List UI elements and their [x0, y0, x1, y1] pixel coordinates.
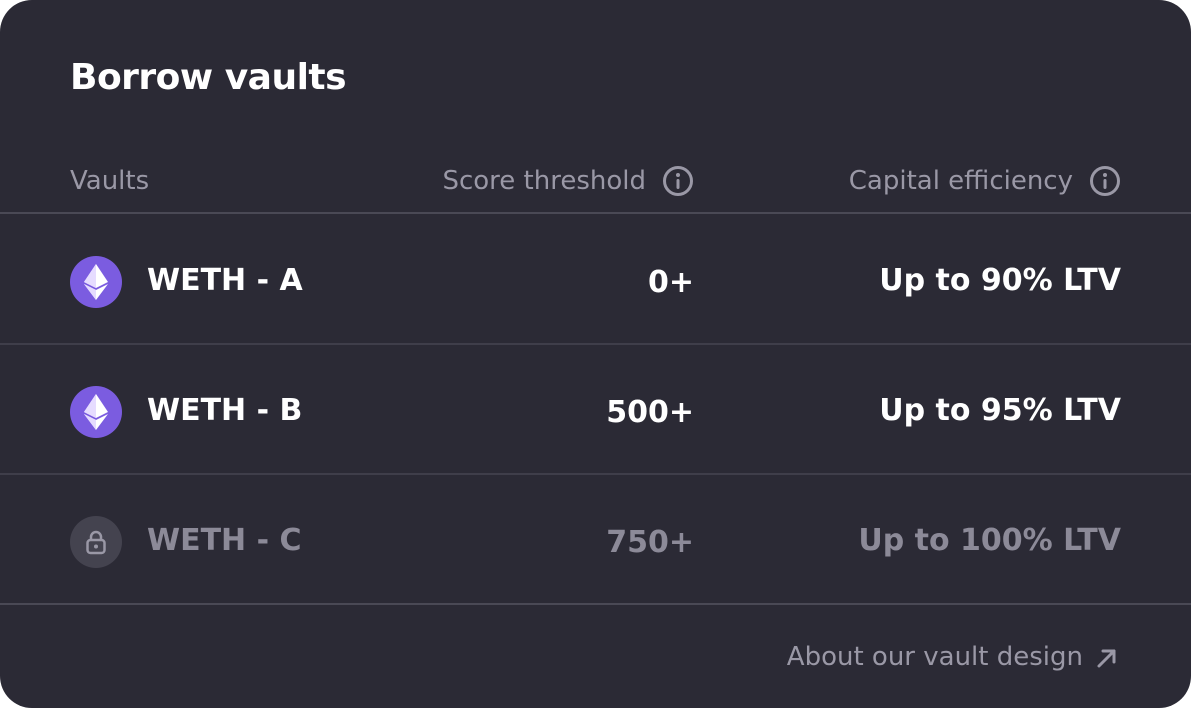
about-vault-design-link[interactable]: About our vault design: [787, 640, 1119, 674]
score-threshold-value: 0+: [647, 265, 694, 300]
vault-row-weth-a[interactable]: WETH - A 0+ Up to 90% LTV: [0, 214, 1191, 345]
ethereum-icon: [70, 256, 122, 308]
column-header-score-label: Score threshold: [442, 166, 646, 196]
column-header-capital-label: Capital efficiency: [848, 166, 1073, 196]
vault-row-weth-b[interactable]: WETH - B 500+ Up to 95% LTV: [0, 344, 1191, 475]
capital-efficiency-value: Up to 95% LTV: [879, 393, 1121, 428]
capital-efficiency-value: Up to 100% LTV: [858, 523, 1121, 558]
card-title: Borrow vaults: [70, 57, 347, 98]
lock-icon: [70, 516, 122, 568]
arrow-up-right-icon: [1095, 645, 1119, 669]
about-vault-design-label: About our vault design: [786, 642, 1083, 672]
score-threshold-value: 750+: [606, 525, 694, 560]
capital-efficiency-info-icon[interactable]: [1089, 165, 1121, 197]
capital-efficiency-value: Up to 90% LTV: [879, 263, 1121, 298]
vault-name: WETH - A: [147, 263, 303, 298]
vault-row-weth-c: WETH - C 750+ Up to 100% LTV: [0, 474, 1191, 605]
borrow-vaults-card: Borrow vaults Vaults Score threshold Cap…: [0, 0, 1191, 708]
column-header-capital-efficiency: Capital efficiency: [849, 164, 1121, 198]
score-threshold-value: 500+: [606, 395, 694, 430]
column-header-vaults-label: Vaults: [70, 166, 150, 196]
column-header-vaults: Vaults: [70, 164, 149, 198]
vault-name: WETH - C: [147, 523, 302, 558]
ethereum-icon: [70, 386, 122, 438]
vault-name: WETH - B: [147, 393, 303, 428]
column-header-score-threshold: Score threshold: [442, 164, 694, 198]
score-threshold-info-icon[interactable]: [662, 165, 694, 197]
table-header: Vaults Score threshold Capital efficienc…: [0, 150, 1191, 214]
